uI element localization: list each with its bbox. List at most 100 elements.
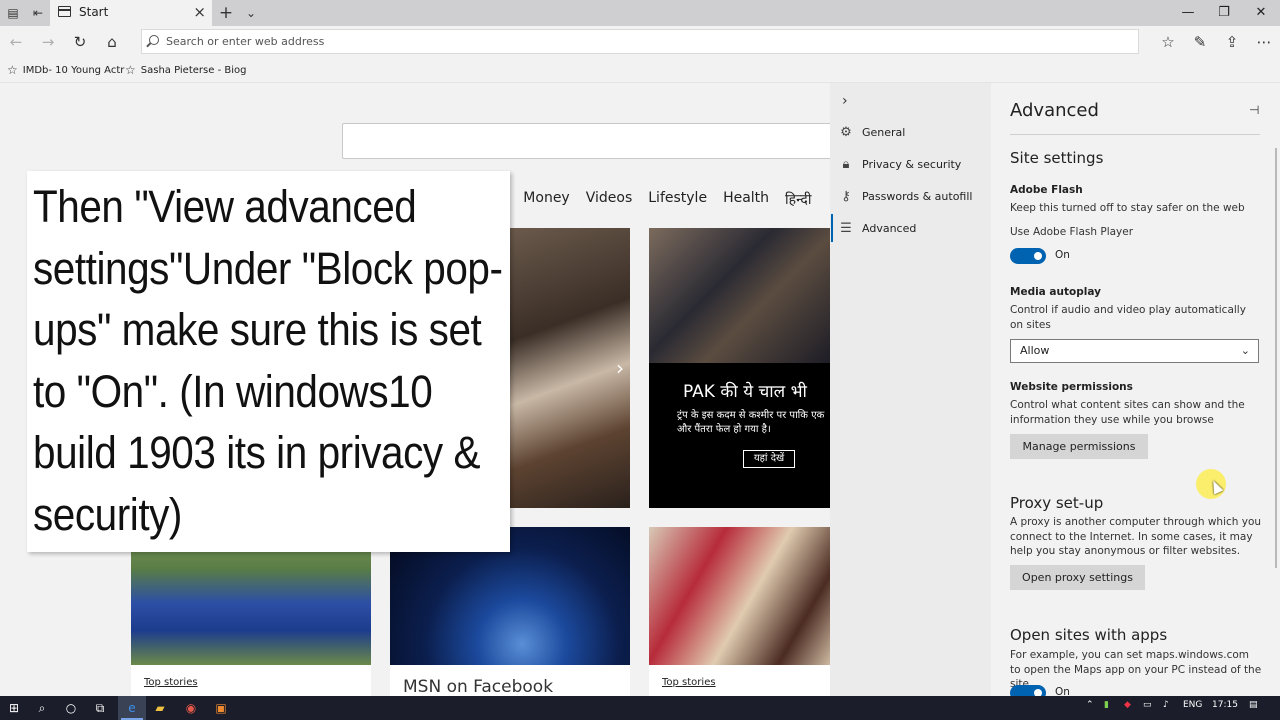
- pin-icon[interactable]: ⊣: [1249, 103, 1259, 117]
- address-input[interactable]: [166, 33, 1106, 50]
- news-card-msn-facebook[interactable]: MSN on Facebook: [390, 527, 630, 696]
- flash-toggle-label: Use Adobe Flash Player: [1010, 226, 1134, 238]
- new-tab-icon[interactable]: +: [218, 5, 234, 22]
- scrollbar[interactable]: [1275, 148, 1277, 568]
- home-button[interactable]: ⌂: [102, 32, 122, 52]
- nav-item-money[interactable]: Money: [523, 190, 569, 209]
- apps-toggle-state: On: [1055, 686, 1070, 696]
- share-button[interactable]: ⇪: [1222, 32, 1242, 52]
- divider: [1010, 134, 1260, 135]
- apps-toggle[interactable]: [1010, 685, 1046, 696]
- chrome-icon[interactable]: ◉: [183, 700, 199, 716]
- news-category-nav: s Money Videos Lifestyle Health हिन्दी: [500, 190, 812, 209]
- collapse-chevron-icon[interactable]: ›: [842, 93, 848, 109]
- forward-button[interactable]: →: [38, 32, 58, 52]
- news-card-pak[interactable]: PAK की ये चाल भी ट्रंप के इस कदम से कश्म…: [649, 228, 830, 508]
- pane-title: Advanced: [1010, 100, 1099, 121]
- favorite-sasha-pieterse[interactable]: ☆ Sasha Pieterse - Biog: [125, 63, 246, 77]
- tab-start[interactable]: Start ×: [50, 0, 212, 26]
- nav-item-hindi[interactable]: हिन्दी: [785, 190, 811, 209]
- flash-toggle[interactable]: [1010, 248, 1046, 264]
- navigation-bar: ← → ↻ ⌂ ☆ ✎ ⇪ ⋯: [0, 26, 1280, 58]
- autoplay-select[interactable]: Allow ⌄: [1010, 339, 1259, 363]
- carousel-next-icon[interactable]: ›: [616, 356, 624, 380]
- taskbar-edge[interactable]: e: [118, 696, 146, 720]
- site-settings-heading: Site settings: [1010, 149, 1104, 167]
- windows-start-icon[interactable]: ⊞: [6, 700, 22, 716]
- key-icon: ⚷: [841, 188, 851, 204]
- set-aside-tabs-icon[interactable]: ⇤: [30, 5, 46, 21]
- favorites-button[interactable]: ☆: [1158, 32, 1178, 52]
- language-indicator[interactable]: ENG: [1183, 700, 1202, 710]
- address-bar[interactable]: [141, 29, 1139, 54]
- nav-item-lifestyle[interactable]: Lifestyle: [648, 190, 707, 209]
- news-image: [510, 228, 630, 508]
- cortana-icon[interactable]: ○: [63, 700, 79, 716]
- autoplay-desc: Control if audio and video play automati…: [1010, 304, 1246, 331]
- web-search-box[interactable]: [342, 123, 830, 159]
- minimize-button[interactable]: —: [1170, 0, 1206, 26]
- close-window-button[interactable]: ✕: [1243, 0, 1279, 26]
- task-view-icon[interactable]: ⧉: [92, 700, 108, 716]
- card-headline: PAK की ये चाल भी: [683, 382, 807, 402]
- autoplay-value: Allow: [1020, 344, 1050, 357]
- more-menu-button[interactable]: ⋯: [1254, 32, 1274, 52]
- proxy-heading: Proxy set-up: [1010, 494, 1104, 512]
- favorite-imdb[interactable]: ☆ IMDb- 10 Young Actr: [7, 63, 124, 77]
- chevron-down-icon: ⌄: [1240, 344, 1250, 357]
- volume-icon[interactable]: ♪: [1163, 700, 1169, 710]
- start-page-icon: [58, 6, 71, 17]
- permissions-heading: Website permissions: [1010, 381, 1133, 393]
- clock[interactable]: 17:15: [1212, 700, 1238, 710]
- tutorial-caption: Then "View advanced settings"Under "Bloc…: [27, 171, 510, 552]
- settings-nav-passwords[interactable]: ⚷ Passwords & autofill: [830, 182, 991, 210]
- search-icon: [149, 35, 159, 45]
- flash-desc: Keep this turned off to stay safer on th…: [1010, 202, 1245, 214]
- refresh-button[interactable]: ↻: [70, 32, 90, 52]
- open-proxy-settings-button[interactable]: Open proxy settings: [1010, 565, 1145, 590]
- search-icon[interactable]: ⌕: [34, 700, 50, 716]
- maximize-button[interactable]: ❐: [1206, 0, 1242, 26]
- caption-text: Then "View advanced settings"Under "Bloc…: [33, 181, 503, 540]
- flash-toggle-state: On: [1055, 249, 1070, 261]
- settings-nav-advanced[interactable]: ☰ Advanced: [830, 214, 991, 242]
- card-subtext: ट्रंप के इस कदम से कश्मीर पर पाकि एक और …: [677, 410, 825, 435]
- permissions-desc: Control what content sites can show and …: [1010, 399, 1245, 426]
- gear-icon: ⚙: [840, 124, 852, 140]
- recorder-app-icon[interactable]: ▣: [213, 700, 229, 716]
- tray-expand-icon[interactable]: ⌃: [1086, 700, 1094, 710]
- news-card-fashion[interactable]: Top stories: [649, 527, 830, 696]
- file-explorer-icon[interactable]: ▰: [152, 700, 168, 716]
- card-tag[interactable]: Top stories: [144, 677, 198, 688]
- network-icon[interactable]: ▭: [1143, 700, 1152, 710]
- apps-desc: For example, you can set maps.windows.co…: [1010, 649, 1262, 690]
- nav-item-videos[interactable]: Videos: [586, 190, 633, 209]
- tab-title: Start: [79, 5, 109, 19]
- news-card-sport[interactable]: Top stories: [131, 527, 371, 696]
- lock-icon: 🔒︎: [842, 156, 850, 172]
- advanced-settings-pane: ⊣ Advanced Site settings Adobe Flash Kee…: [991, 83, 1280, 696]
- manage-permissions-button[interactable]: Manage permissions: [1010, 434, 1148, 459]
- notifications-icon[interactable]: ▤: [1249, 700, 1258, 710]
- card-cta-button[interactable]: यहां देखें: [743, 450, 795, 468]
- close-tab-icon[interactable]: ×: [193, 3, 206, 21]
- open-sites-with-apps-heading: Open sites with apps: [1010, 626, 1168, 644]
- settings-nav-general[interactable]: ⚙ General: [830, 118, 991, 146]
- favorites-bar: ☆ IMDb- 10 Young Actr ☆ Sasha Pieterse -…: [0, 58, 1280, 83]
- card-tag[interactable]: Top stories: [662, 677, 716, 688]
- card-title: MSN on Facebook: [403, 677, 554, 696]
- antivirus-icon[interactable]: ◆: [1124, 700, 1131, 710]
- settings-navigation: › ⚙ General 🔒︎ Privacy & security ⚷ Pass…: [830, 83, 991, 696]
- nvidia-icon[interactable]: ▮: [1104, 700, 1109, 710]
- tab-manager-icon[interactable]: ▤: [5, 5, 21, 21]
- news-card-film[interactable]: ›: [510, 228, 630, 508]
- title-bar: ▤ ⇤ Start × + ⌄ — ❐ ✕: [0, 0, 1280, 26]
- sliders-icon: ☰: [840, 220, 852, 236]
- tab-preview-chevron-icon[interactable]: ⌄: [243, 5, 259, 21]
- star-icon: ☆: [7, 63, 18, 77]
- nav-item-health[interactable]: Health: [723, 190, 769, 209]
- back-button[interactable]: ←: [6, 32, 26, 52]
- autoplay-heading: Media autoplay: [1010, 286, 1101, 298]
- web-notes-button[interactable]: ✎: [1190, 32, 1210, 52]
- settings-nav-privacy[interactable]: 🔒︎ Privacy & security: [830, 150, 991, 178]
